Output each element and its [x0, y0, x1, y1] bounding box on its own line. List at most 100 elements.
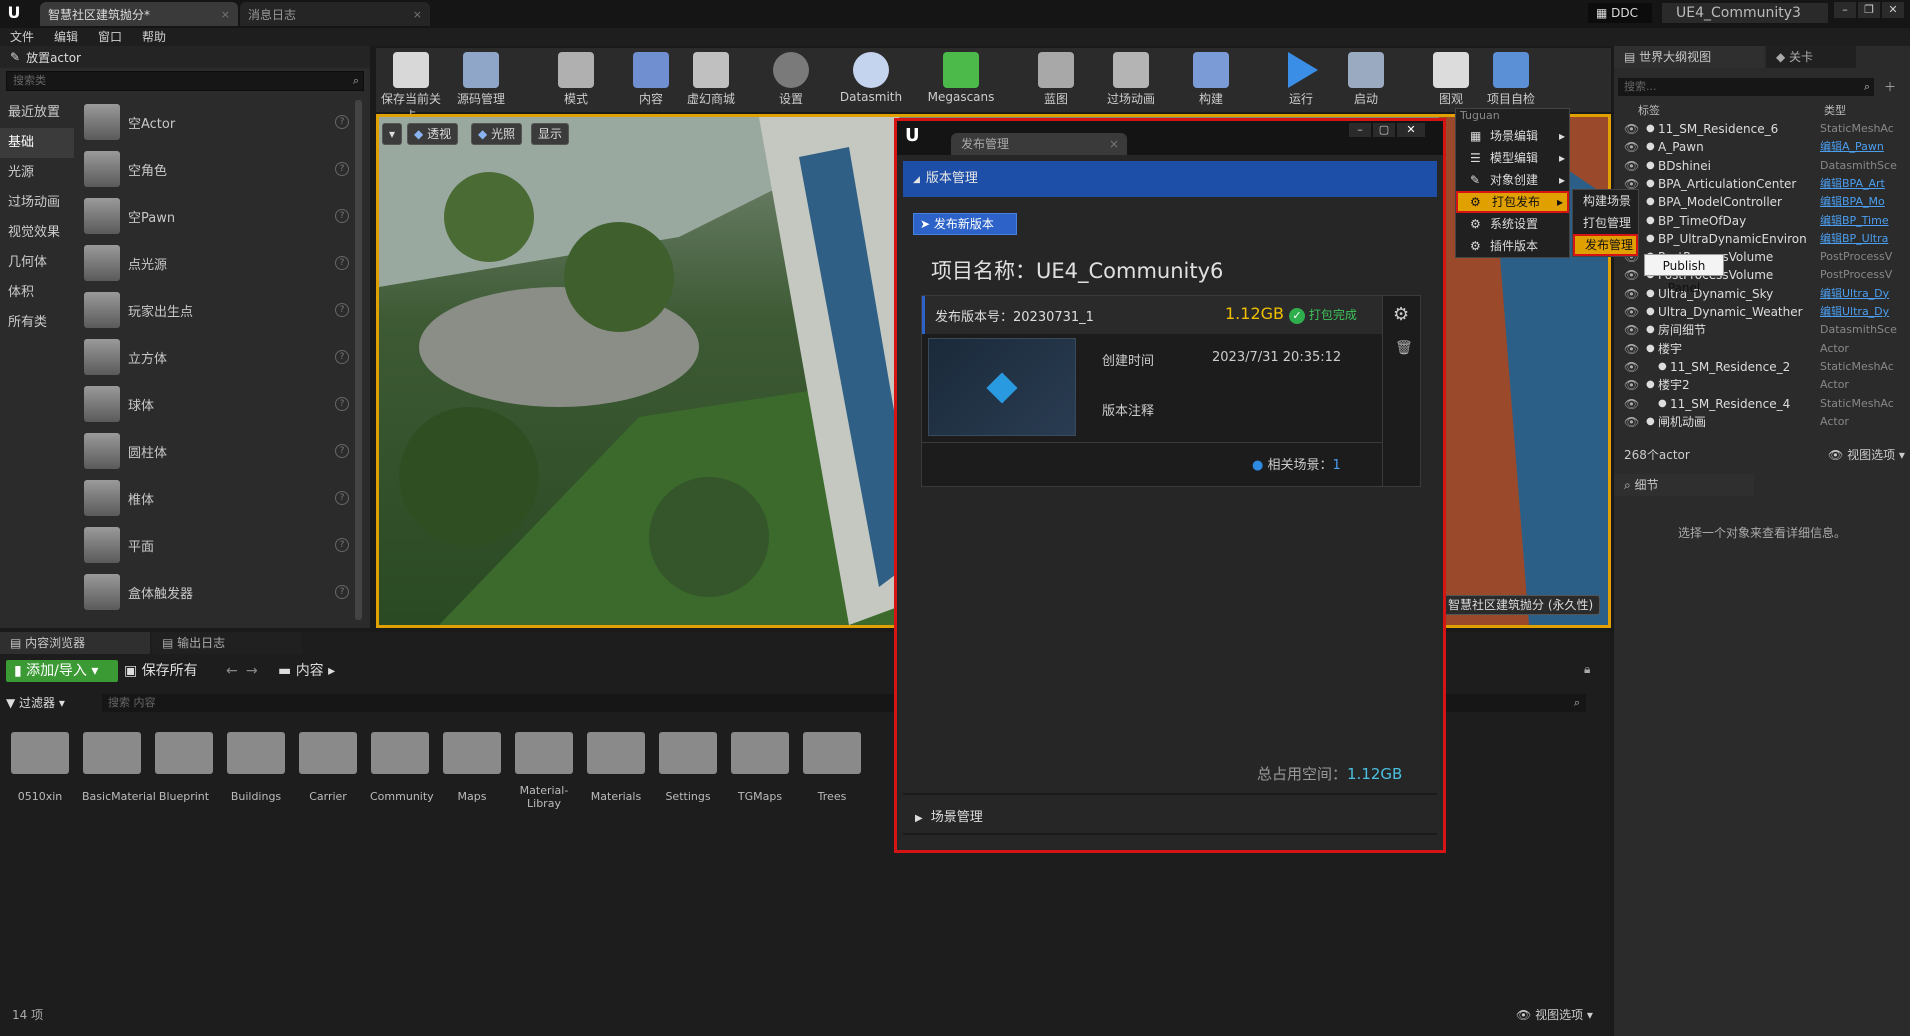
close-icon[interactable]: ×	[221, 8, 230, 21]
outliner-row[interactable]: 👁︎ ● 楼宇 Actor	[1614, 340, 1910, 358]
save-all-button[interactable]: ▣ 保存所有	[124, 660, 198, 682]
menu-model-edit[interactable]: ☰ 模型编辑 ▸	[1456, 147, 1569, 169]
category-visual-effects[interactable]: 视觉效果	[0, 218, 74, 248]
actor-item[interactable]: 空Pawn?	[80, 194, 355, 238]
outliner-row[interactable]: 👁︎●BPA_ModelController编辑BPA_Mo	[1614, 193, 1910, 211]
category-volumes[interactable]: 体积	[0, 278, 74, 308]
filter-button[interactable]: ▼ 过滤器 ▾	[6, 694, 65, 712]
outliner-row[interactable]: 👁︎ ● BDshinei DatasmithSce	[1614, 157, 1910, 175]
actor-item[interactable]: 球体?	[80, 382, 355, 426]
blueprints-button[interactable]: 蓝图	[1021, 48, 1091, 112]
tab-message-log[interactable]: 消息日志 ×	[240, 2, 430, 26]
dialog-minimize-button[interactable]: –	[1349, 123, 1371, 137]
close-icon[interactable]: ×	[1109, 133, 1119, 155]
publish-new-version-button[interactable]: ➤ 发布新版本	[913, 213, 1017, 235]
folder-item[interactable]: BasicMaterial	[82, 732, 156, 803]
outliner-search-input[interactable]: 搜索... ⌕	[1618, 78, 1874, 96]
outliner-row-type[interactable]: 编辑A_Pawn	[1820, 138, 1910, 156]
delete-icon[interactable]: 🗑︎	[1395, 340, 1413, 356]
perspective-button[interactable]: ◆ 透视	[407, 123, 459, 145]
lock-icon[interactable]: 🔒︎	[1584, 662, 1590, 677]
folder-item[interactable]: Blueprint	[154, 732, 214, 803]
menu-publish-manage[interactable]: 发布管理	[1573, 234, 1638, 256]
actor-item[interactable]: 玩家出生点?	[80, 288, 355, 332]
launch-button[interactable]: 启动	[1331, 48, 1401, 112]
actor-item[interactable]: 圆柱体?	[80, 429, 355, 473]
dialog-tab[interactable]: 发布管理 ×	[951, 133, 1127, 155]
help-icon[interactable]: ?	[335, 585, 349, 599]
outliner-row[interactable]: 👁︎ ● A_Pawn 编辑A_Pawn	[1614, 138, 1910, 156]
path-content[interactable]: ▬ 内容 ▸	[278, 660, 335, 682]
save-level-button[interactable]: 保存当前关卡	[376, 48, 446, 123]
megascans-button[interactable]: Megascans	[921, 48, 1001, 112]
outliner-row[interactable]: 👁︎ ● 11_SM_Residence_2 StaticMeshAc	[1614, 358, 1910, 376]
tab-output-log[interactable]: ▤ 输出日志	[152, 632, 302, 654]
outliner-row[interactable]: 👁︎ ● 房间细节 DatasmithSce	[1614, 321, 1910, 339]
visibility-eye-icon[interactable]: 👁︎	[1624, 340, 1639, 358]
menu-object-create[interactable]: ✎ 对象创建 ▸	[1456, 169, 1569, 191]
nav-forward-icon[interactable]: →	[246, 660, 258, 682]
visibility-eye-icon[interactable]: 👁︎	[1624, 413, 1639, 431]
menu-plugin-version[interactable]: ⚙ 插件版本	[1456, 235, 1569, 257]
visibility-eye-icon[interactable]: 👁︎	[1624, 358, 1639, 376]
folder-item[interactable]: Settings	[658, 732, 718, 803]
outliner-row[interactable]: 👁︎ ● Ultra_Dynamic_Weather 编辑Ultra_Dy	[1614, 303, 1910, 321]
class-search-input[interactable]: 搜索类 ⌕	[6, 71, 364, 91]
related-scenes[interactable]: ● 相关场景：1	[1252, 454, 1341, 473]
column-label[interactable]: 标签	[1638, 102, 1660, 118]
outliner-row[interactable]: 👁︎ ● BPA_ArticulationCenter 编辑BPA_Art	[1614, 175, 1910, 193]
menu-help[interactable]: 帮助	[132, 28, 176, 46]
folder-item[interactable]: 0510xin	[10, 732, 70, 803]
version-section-header[interactable]: ◢ 版本管理	[903, 161, 1437, 197]
help-icon[interactable]: ?	[335, 115, 349, 129]
marketplace-button[interactable]: 虚幻商城	[676, 48, 746, 112]
help-icon[interactable]: ?	[335, 350, 349, 364]
visibility-eye-icon[interactable]: 👁︎	[1624, 321, 1639, 339]
close-button[interactable]: ✕	[1882, 2, 1904, 18]
help-icon[interactable]: ?	[335, 209, 349, 223]
category-cinematic[interactable]: 过场动画	[0, 188, 74, 218]
category-all-classes[interactable]: 所有类	[0, 308, 74, 338]
folder-item[interactable]: Buildings	[226, 732, 286, 803]
folder-item[interactable]: Maps	[442, 732, 502, 803]
add-import-button[interactable]: ▮ 添加/导入 ▾	[6, 660, 118, 682]
help-icon[interactable]: ?	[335, 303, 349, 317]
visibility-eye-icon[interactable]: 👁︎	[1624, 285, 1639, 303]
nav-back-icon[interactable]: ←	[226, 660, 238, 682]
close-icon[interactable]: ×	[413, 8, 422, 21]
project-check-button[interactable]: 项目自检	[1476, 48, 1546, 112]
menu-scene-edit[interactable]: ▦ 场景编辑 ▸	[1456, 125, 1569, 147]
tab-details[interactable]: ⌕ 细节	[1614, 474, 1754, 496]
visibility-eye-icon[interactable]: 👁︎	[1624, 120, 1639, 138]
build-button[interactable]: 构建	[1176, 48, 1246, 112]
visibility-eye-icon[interactable]: 👁︎	[1624, 303, 1639, 321]
outliner-row[interactable]: 👁︎ ● 楼宇2 Actor	[1614, 376, 1910, 394]
source-control-button[interactable]: 源码管理	[446, 48, 516, 112]
folder-item[interactable]: Materials	[586, 732, 646, 803]
category-recent[interactable]: 最近放置	[0, 98, 74, 128]
actor-item[interactable]: 盒体触发器?	[80, 570, 355, 614]
help-icon[interactable]: ?	[335, 444, 349, 458]
play-button[interactable]: 运行	[1266, 48, 1336, 112]
settings-gear-icon[interactable]: ⚙	[1393, 304, 1409, 325]
help-icon[interactable]: ?	[335, 538, 349, 552]
visibility-eye-icon[interactable]: 👁︎	[1624, 376, 1639, 394]
unreal-logo-icon[interactable]: U	[4, 3, 24, 23]
visibility-eye-icon[interactable]: 👁︎	[1624, 395, 1639, 413]
help-icon[interactable]: ?	[335, 491, 349, 505]
scrollbar[interactable]	[355, 100, 362, 620]
outliner-row[interactable]: 👁︎ ● 11_SM_Residence_6 StaticMeshAc	[1614, 120, 1910, 138]
actor-item[interactable]: 空Actor?	[80, 100, 355, 144]
outliner-row-type[interactable]: 编辑BPA_Art	[1820, 175, 1910, 193]
cinematics-button[interactable]: 过场动画	[1096, 48, 1166, 112]
outliner-row-type[interactable]: 编辑BP_Time	[1820, 212, 1910, 230]
folder-item[interactable]: TGMaps	[730, 732, 790, 803]
actor-item[interactable]: 空角色?	[80, 147, 355, 191]
help-icon[interactable]: ?	[335, 162, 349, 176]
menu-edit[interactable]: 编辑	[44, 28, 88, 46]
dialog-close-button[interactable]: ✕	[1397, 123, 1425, 137]
viewport-options-button[interactable]: ▾	[382, 123, 402, 145]
outliner-row[interactable]: 👁︎ ● Ultra_Dynamic_Sky 编辑Ultra_Dy	[1614, 285, 1910, 303]
folder-item[interactable]: Trees	[802, 732, 862, 803]
settings-button[interactable]: 设置	[756, 48, 826, 112]
